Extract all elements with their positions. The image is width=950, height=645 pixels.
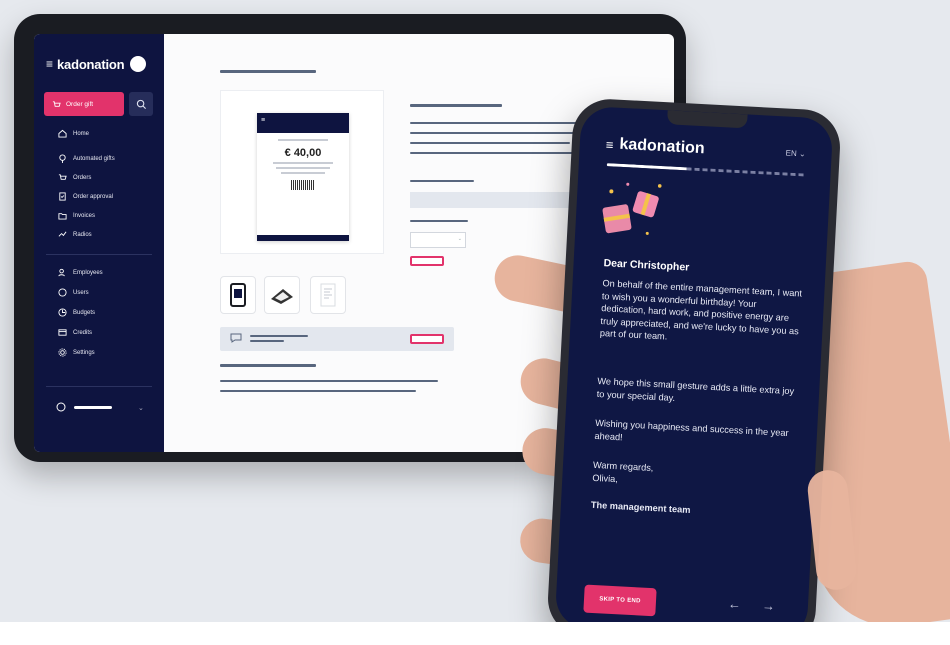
sidebar-item-label: Order approval <box>73 193 114 200</box>
logo-mark-icon: ≡ <box>605 136 614 152</box>
phone-screen: ≡ kadonation EN ⌄ Dear Christopher On be… <box>554 105 834 641</box>
sidebar-item-label: Home <box>73 130 90 137</box>
folder-icon <box>58 213 67 220</box>
gear-icon <box>58 348 67 357</box>
sidebar-item-employees[interactable]: Employees <box>58 268 103 277</box>
sidebar: ≡ kadonation Order gift Home Automated g… <box>34 34 164 452</box>
add-to-cart-button[interactable] <box>410 256 444 266</box>
text-line <box>220 390 416 392</box>
quantity-select[interactable]: ⌄ <box>410 232 466 248</box>
next-arrow-icon[interactable]: → <box>762 598 776 614</box>
gift-voucher-preview: ≡ € 40,00 <box>257 113 349 241</box>
sidebar-item-radios[interactable]: Radios <box>58 230 92 239</box>
language-code: EN <box>785 148 797 159</box>
marketing-scene: ≡ kadonation Order gift Home Automated g… <box>0 0 950 645</box>
text-line <box>410 142 570 144</box>
chevron-down-icon: ⌄ <box>457 236 462 242</box>
chevron-down-icon: ⌄ <box>798 149 806 159</box>
search-button[interactable] <box>129 92 153 116</box>
sidebar-item-label: Budgets <box>73 309 96 316</box>
page-title-placeholder <box>220 70 316 73</box>
cart-icon <box>52 100 61 107</box>
search-icon <box>136 99 146 109</box>
thumbnail-voucher[interactable] <box>220 276 256 314</box>
radio-icon <box>58 231 67 237</box>
credit-card-icon <box>58 329 67 336</box>
user-icon <box>58 288 67 297</box>
tablet-thumbnail-icon <box>230 283 246 307</box>
sidebar-item-invoices[interactable]: Invoices <box>58 211 95 220</box>
cart-icon <box>58 174 67 180</box>
sidebar-item-home[interactable]: Home <box>58 129 89 138</box>
account-menu[interactable] <box>56 402 112 412</box>
field-label-placeholder <box>410 220 468 222</box>
text-line <box>410 122 590 124</box>
logo-badge-icon <box>130 56 147 72</box>
sidebar-item-budgets[interactable]: Budgets <box>58 308 95 317</box>
sidebar-item-label: Users <box>73 289 89 296</box>
message-team: The management team <box>590 499 691 515</box>
skip-to-end-button[interactable]: SKIP TO END <box>583 584 657 617</box>
sidebar-item-label: Credits <box>73 329 93 336</box>
logo-mark-icon: ≡ <box>261 117 266 124</box>
home-icon <box>58 129 67 138</box>
sidebar-item-orders[interactable]: Orders <box>58 173 91 182</box>
sidebar-divider <box>46 386 152 387</box>
section-heading-placeholder <box>220 364 316 367</box>
people-icon <box>58 268 65 277</box>
chat-bubble-icon <box>230 333 242 343</box>
thumbnail-document[interactable] <box>310 276 346 314</box>
brand-logo[interactable]: ≡ kadonation <box>46 56 147 72</box>
gift-boxes-icon <box>602 182 662 235</box>
brand-name: kadonation <box>57 56 125 72</box>
approval-icon <box>59 192 66 201</box>
language-selector[interactable]: EN ⌄ <box>785 149 806 159</box>
sidebar-item-label: Orders <box>73 174 92 181</box>
chevron-down-icon: ⌄ <box>138 405 144 412</box>
account-name-placeholder <box>74 405 112 409</box>
message-greeting: Dear Christopher <box>603 257 690 274</box>
sidebar-item-label: Automated gifts <box>73 155 115 162</box>
sidebar-item-label: Invoices <box>73 212 96 219</box>
product-image-card[interactable]: ≡ € 40,00 <box>220 90 384 254</box>
scanner-icon <box>271 289 293 304</box>
thumbnail-scanner[interactable] <box>264 276 300 314</box>
sidebar-item-label: Radios <box>73 231 92 238</box>
sidebar-item-users[interactable]: Users <box>58 288 89 297</box>
previous-arrow-icon[interactable]: ← <box>728 596 742 612</box>
sidebar-item-automated-gifts[interactable]: Automated gifts <box>58 154 115 163</box>
text-line <box>220 380 438 382</box>
edit-message-button[interactable] <box>410 334 444 344</box>
bottom-strip <box>0 622 950 645</box>
logo-mark-icon: ≡ <box>46 57 54 71</box>
automation-icon <box>59 154 66 163</box>
sidebar-divider <box>46 254 152 255</box>
sidebar-item-label: Employees <box>73 269 103 276</box>
sidebar-item-settings[interactable]: Settings <box>58 348 95 357</box>
product-title-placeholder <box>410 104 502 107</box>
order-gift-button[interactable]: Order gift <box>44 92 124 116</box>
phone-device: ≡ kadonation EN ⌄ Dear Christopher On be… <box>546 97 842 645</box>
order-gift-label: Order gift <box>66 100 94 108</box>
sidebar-item-credits[interactable]: Credits <box>58 328 92 337</box>
message-info-strip <box>220 327 454 351</box>
avatar-icon <box>56 402 66 412</box>
document-icon <box>320 283 336 307</box>
phone-notch <box>666 110 748 129</box>
sidebar-item-label: Settings <box>73 349 95 356</box>
message-paragraph: We hope this small gesture adds a little… <box>596 375 795 403</box>
barcode-icon <box>291 180 315 190</box>
voucher-amount: € 40,00 <box>284 147 322 159</box>
budget-icon <box>58 308 67 317</box>
story-progress-bar <box>606 163 807 177</box>
message-paragraph: Wishing you happiness and success in the… <box>594 417 789 442</box>
field-label-placeholder <box>410 180 474 182</box>
message-paragraph: On behalf of the entire management team,… <box>599 278 803 342</box>
sidebar-item-order-approval[interactable]: Order approval <box>58 192 113 201</box>
brand-name: kadonation <box>619 135 706 158</box>
brand-logo: ≡ kadonation <box>605 135 705 158</box>
